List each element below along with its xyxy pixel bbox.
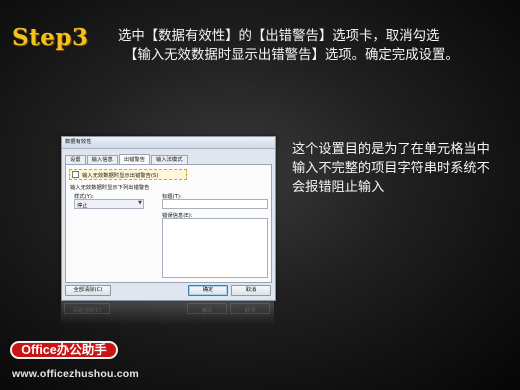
- error-alert-panel: 输入无效数据时显示出错警告(S) 输入无效数据时显示下列出错警告 样式(Y): …: [65, 164, 272, 283]
- instruction-line-1: 选中【数据有效性】的【出错警告】选项卡，取消勾选: [118, 29, 440, 44]
- clear-all-button[interactable]: 全部清除(C): [65, 285, 111, 296]
- title-input[interactable]: [162, 199, 268, 209]
- show-error-alert-label: 输入无效数据时显示出错警告(S): [82, 172, 159, 179]
- error-message-textarea[interactable]: [162, 218, 268, 278]
- step-heading: Step3: [12, 24, 89, 51]
- section-label: 输入无效数据时显示下列出错警告: [70, 185, 150, 191]
- ok-button[interactable]: 确定: [188, 285, 228, 296]
- reflection-cancel: 取消: [230, 303, 270, 314]
- site-url: www.officezhushou.com: [12, 368, 139, 380]
- chevron-down-icon: ▼: [138, 200, 142, 206]
- office-assistant-logo: Office办公助手: [10, 341, 118, 359]
- dialog-reflection: 全部清除(C) 确定 取消: [61, 301, 274, 325]
- style-select[interactable]: 停止 ▼: [74, 199, 144, 209]
- show-error-alert-option[interactable]: 输入无效数据时显示出错警告(S): [69, 169, 187, 180]
- tab-settings[interactable]: 设置: [65, 155, 86, 164]
- tab-ime-mode[interactable]: 输入法模式: [151, 155, 188, 164]
- reflection-ok: 确定: [187, 303, 227, 314]
- explanation-note: 这个设置目的是为了在单元格当中输入不完整的项目字符串时系统不会报错阻止输入: [292, 142, 490, 195]
- instruction-text: 选中【数据有效性】的【出错警告】选项卡，取消勾选 【输入无效数据时显示出错警告】…: [118, 27, 513, 65]
- dialog-tabs: 设置 输入信息 出错警告 输入法模式: [65, 154, 189, 164]
- data-validation-dialog: 数据有效性 设置 输入信息 出错警告 输入法模式 输入无效数据时显示出错警告(S…: [61, 136, 276, 301]
- style-value: 停止: [77, 203, 88, 209]
- dialog-title: 数据有效性: [62, 137, 275, 149]
- tab-input-message[interactable]: 输入信息: [86, 155, 118, 164]
- tab-error-alert[interactable]: 出错警告: [118, 154, 151, 164]
- reflection-clear-all: 全部清除(C): [64, 303, 110, 314]
- cancel-button[interactable]: 取消: [231, 285, 271, 296]
- show-error-alert-checkbox[interactable]: [72, 171, 79, 178]
- instruction-line-2: 【输入无效数据时显示出错警告】选项。确定完成设置。: [124, 48, 459, 63]
